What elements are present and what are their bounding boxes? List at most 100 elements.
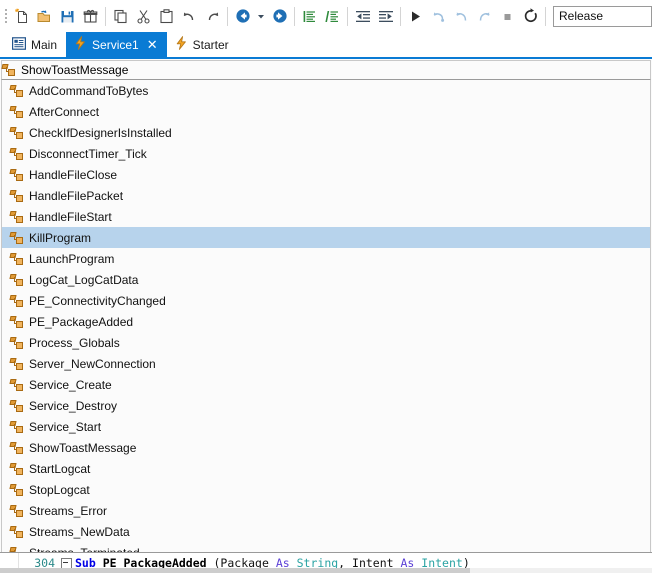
method-icon <box>9 399 24 413</box>
method-icon <box>9 336 24 350</box>
list-item[interactable]: Server_NewConnection <box>2 353 650 374</box>
navigate-dropdown-icon[interactable] <box>254 5 268 28</box>
method-icon <box>9 147 24 161</box>
method-icon <box>9 420 24 434</box>
outdent-list-icon[interactable] <box>321 5 344 28</box>
list-item[interactable]: AfterConnect <box>2 101 650 122</box>
method-icon <box>9 294 24 308</box>
list-item[interactable]: HandleFileStart <box>2 206 650 227</box>
list-item-label: StopLogcat <box>29 482 90 497</box>
list-item[interactable]: Service_Create <box>2 374 650 395</box>
increase-indent-icon[interactable] <box>374 5 397 28</box>
list-item[interactable]: Service_Destroy <box>2 395 650 416</box>
build-configuration-value: Release <box>559 9 604 23</box>
stop-icon[interactable] <box>496 5 519 28</box>
undo-icon[interactable] <box>178 5 201 28</box>
method-icon <box>9 441 24 455</box>
toolbar-separator <box>294 6 295 26</box>
list-item-label: Streams_NewData <box>29 524 130 539</box>
package-icon[interactable] <box>79 5 102 28</box>
list-item[interactable]: DisconnectTimer_Tick <box>2 143 650 164</box>
method-icon <box>9 168 24 182</box>
method-icon <box>9 504 24 518</box>
method-icon <box>9 525 24 539</box>
tab-starter[interactable]: Starter <box>167 32 238 57</box>
toolbar-drag-handle[interactable] <box>2 6 9 26</box>
list-item[interactable]: LogCat_LogCatData <box>2 269 650 290</box>
save-icon[interactable] <box>56 5 79 28</box>
fold-toggle-icon[interactable] <box>61 557 72 569</box>
indent-list-icon[interactable] <box>298 5 321 28</box>
toolbar-separator <box>545 6 546 26</box>
method-icon <box>9 483 24 497</box>
method-icon <box>9 126 24 140</box>
navigate-forward-icon[interactable] <box>268 5 291 28</box>
paste-icon[interactable] <box>155 5 178 28</box>
method-icon <box>9 84 24 98</box>
list-item[interactable]: Service_Start <box>2 416 650 437</box>
redo-icon[interactable] <box>201 5 224 28</box>
list-item[interactable]: HandleFilePacket <box>2 185 650 206</box>
step-out-icon[interactable] <box>473 5 496 28</box>
list-item-label: LaunchProgram <box>29 251 115 266</box>
tab-label: Main <box>31 37 58 52</box>
list-item-label: AddCommandToBytes <box>29 83 149 98</box>
new-file-icon[interactable] <box>10 5 33 28</box>
method-icon <box>9 357 24 371</box>
list-item[interactable]: StopLogcat <box>2 479 650 500</box>
scrollbar-thumb[interactable] <box>0 568 470 573</box>
list-item[interactable]: Streams_Terminated <box>2 542 650 552</box>
navigate-back-icon[interactable] <box>231 5 254 28</box>
list-item-label: LogCat_LogCatData <box>29 272 139 287</box>
list-item[interactable]: PE_PackageAdded <box>2 311 650 332</box>
tab-label: Service1 <box>92 37 139 52</box>
list-item[interactable]: KillProgram <box>2 227 650 248</box>
build-configuration-select[interactable]: Release <box>553 5 652 27</box>
list-item-label: HandleFileStart <box>29 209 112 224</box>
list-item[interactable]: PE_ConnectivityChanged <box>2 290 650 311</box>
code-editor-line[interactable]: 304 Sub PE_PackageAdded (Package As Stri… <box>0 552 652 573</box>
service-icon <box>175 36 188 53</box>
main-toolbar: Release <box>0 0 652 32</box>
list-item-label: HandleFileClose <box>29 167 118 182</box>
horizontal-scrollbar[interactable] <box>0 568 652 573</box>
step-into-icon[interactable] <box>427 5 450 28</box>
list-item[interactable]: ShowToastMessage <box>2 437 650 458</box>
restart-icon[interactable] <box>519 5 542 28</box>
list-item-label: CheckIfDesignerIsInstalled <box>29 125 172 140</box>
tab-service1[interactable]: Service1 ✕ <box>66 32 167 57</box>
copy-icon[interactable] <box>109 5 132 28</box>
list-item[interactable]: AddCommandToBytes <box>2 80 650 101</box>
list-item-label: HandleFilePacket <box>29 188 124 203</box>
decrease-indent-icon[interactable] <box>351 5 374 28</box>
members-list[interactable]: AddCommandToBytes AfterConnect CheckIfDesi… <box>1 80 651 552</box>
tab-main[interactable]: Main <box>4 32 66 57</box>
list-item-label: Streams_Error <box>29 503 108 518</box>
list-item[interactable]: CheckIfDesignerIsInstalled <box>2 122 650 143</box>
step-over-icon[interactable] <box>450 5 473 28</box>
list-item[interactable]: HandleFileClose <box>2 164 650 185</box>
list-item-label: Server_NewConnection <box>29 356 156 371</box>
list-item-label: Service_Start <box>29 419 102 434</box>
service-icon <box>74 36 87 53</box>
toolbar-separator <box>400 6 401 26</box>
method-icon <box>9 252 24 266</box>
method-icon <box>9 105 24 119</box>
method-icon <box>1 63 16 77</box>
editor-tabstrip: Main Service1 ✕ Starter <box>0 32 652 57</box>
module-icon <box>12 36 27 53</box>
tab-label: Starter <box>192 37 229 52</box>
members-combo-value: ShowToastMessage <box>21 63 129 77</box>
cut-icon[interactable] <box>132 5 155 28</box>
list-item[interactable]: Streams_Error <box>2 500 650 521</box>
open-folder-icon[interactable] <box>33 5 56 28</box>
run-icon[interactable] <box>404 5 427 28</box>
list-item[interactable]: StartLogcat <box>2 458 650 479</box>
list-item[interactable]: LaunchProgram <box>2 248 650 269</box>
members-combo-display[interactable]: ShowToastMessage <box>1 60 651 80</box>
list-item[interactable]: Streams_NewData <box>2 521 650 542</box>
list-item[interactable]: Process_Globals <box>2 332 650 353</box>
list-item-label: PE_ConnectivityChanged <box>29 293 166 308</box>
close-icon[interactable]: ✕ <box>147 38 158 51</box>
toolbar-separator <box>227 6 228 26</box>
